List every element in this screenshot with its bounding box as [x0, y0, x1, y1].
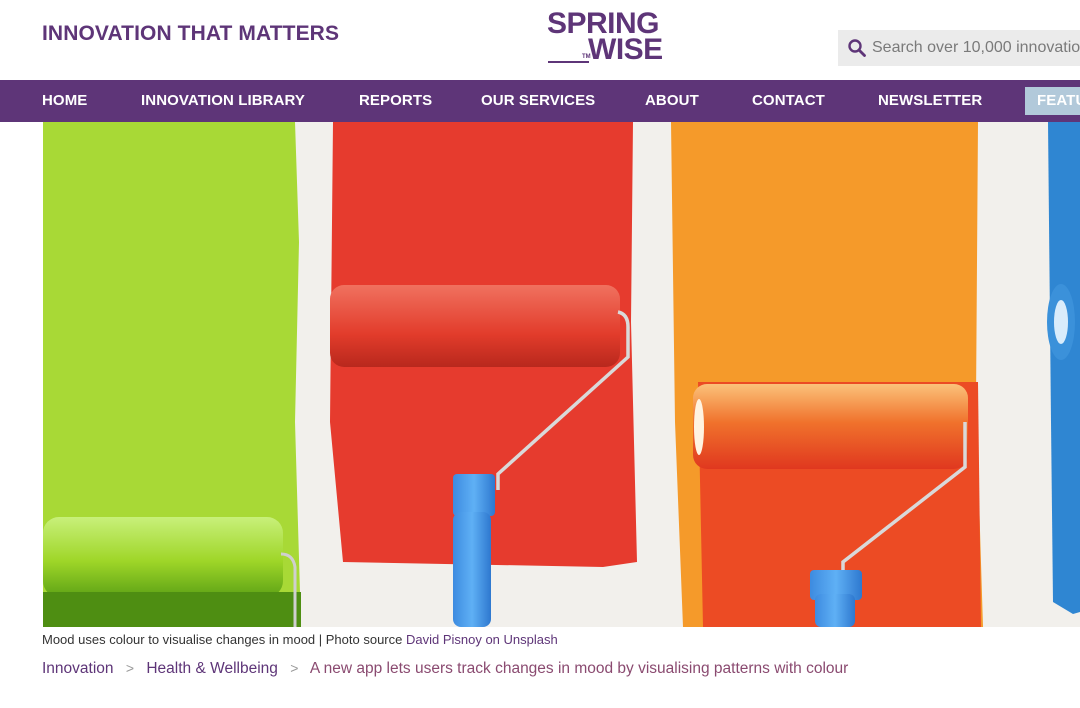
- breadcrumb-innovation[interactable]: Innovation: [42, 660, 114, 677]
- breadcrumb-separator: >: [125, 660, 135, 676]
- blue-stripe: [1048, 122, 1080, 614]
- search-input[interactable]: [872, 39, 1080, 57]
- nav-our-services[interactable]: OUR SERVICES: [481, 80, 595, 122]
- nav-innovation-library[interactable]: INNOVATION LIBRARY: [141, 80, 305, 122]
- hero-image: [43, 122, 1080, 627]
- search-box[interactable]: [838, 30, 1080, 66]
- green-roller: [43, 517, 301, 627]
- site-header: INNOVATION THAT MATTERS SPRING TM WISE: [0, 0, 1080, 80]
- logo-underline: [548, 61, 589, 63]
- springwise-logo[interactable]: SPRING TM WISE: [546, 9, 676, 68]
- nav-featured[interactable]: FEATURED: [1025, 87, 1080, 115]
- nav-reports[interactable]: REPORTS: [359, 80, 432, 122]
- breadcrumb: Innovation > Health & Wellbeing > A new …: [42, 660, 848, 678]
- search-icon[interactable]: [838, 30, 872, 66]
- nav-about[interactable]: ABOUT: [645, 80, 699, 122]
- breadcrumb-current-page: A new app lets users track changes in mo…: [309, 660, 849, 677]
- logo-line-2: WISE: [588, 33, 663, 66]
- site-tagline: INNOVATION THAT MATTERS: [42, 22, 340, 45]
- image-caption: Mood uses colour to visualise changes in…: [42, 632, 558, 647]
- main-nav: HOME INNOVATION LIBRARY REPORTS OUR SERV…: [0, 80, 1080, 122]
- blue-roller: [1047, 284, 1075, 360]
- breadcrumb-separator: >: [290, 660, 299, 676]
- nav-home[interactable]: HOME: [42, 80, 87, 122]
- photo-credit-link[interactable]: David Pisnoy on Unsplash: [406, 632, 558, 647]
- breadcrumb-health-wellbeing[interactable]: Health & Wellbeing: [146, 660, 278, 677]
- nav-newsletter[interactable]: NEWSLETTER: [878, 80, 982, 122]
- nav-contact[interactable]: CONTACT: [752, 80, 825, 122]
- caption-text: Mood uses colour to visualise changes in…: [42, 632, 406, 647]
- paint-rollers-illustration: [43, 122, 1080, 627]
